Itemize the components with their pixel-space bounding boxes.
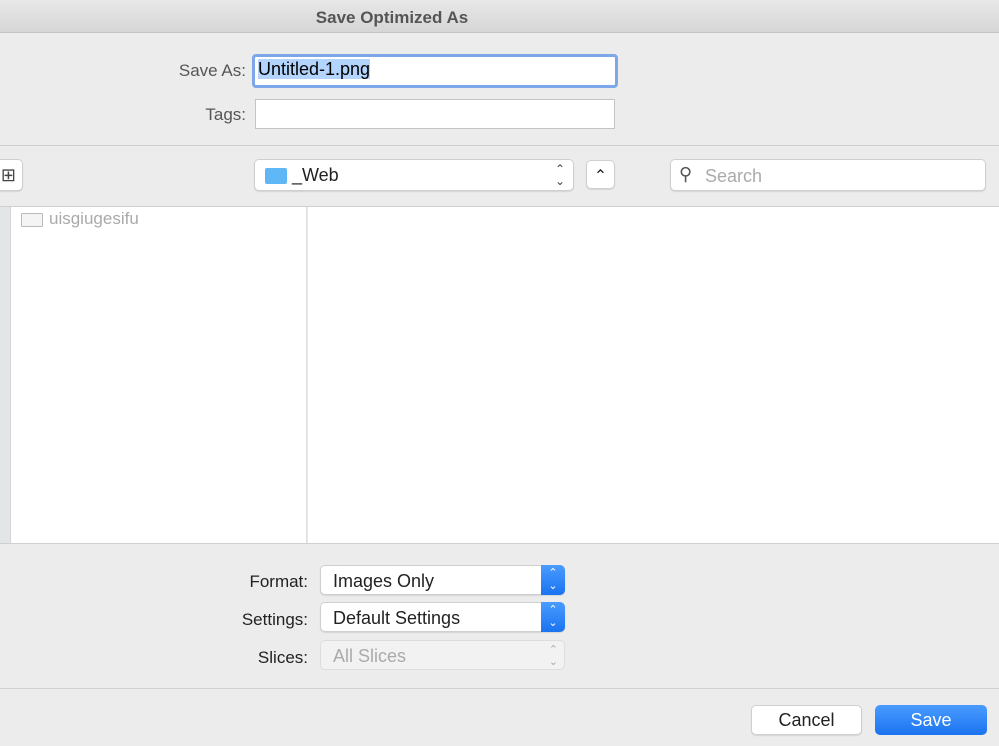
save-button[interactable]: Save bbox=[875, 705, 987, 735]
browser-column-2 bbox=[308, 207, 999, 543]
new-folder-icon: ⊞ bbox=[0, 165, 16, 185]
settings-popup[interactable]: Default Settings ⌃ ⌄ bbox=[320, 602, 565, 632]
sidebar-strip bbox=[0, 207, 11, 543]
format-value: Images Only bbox=[333, 571, 435, 591]
save-as-label: Save As: bbox=[178, 61, 246, 80]
search-input[interactable]: ⚲ Search bbox=[670, 159, 986, 191]
slices-value: All Slices bbox=[333, 646, 407, 666]
format-popup[interactable]: Images Only ⌃ ⌄ bbox=[320, 565, 565, 595]
tags-input[interactable] bbox=[255, 99, 615, 129]
cancel-button[interactable]: Cancel bbox=[751, 705, 862, 735]
chevron-updown-icon: ⌃ ⌄ bbox=[548, 644, 558, 668]
format-label: Format: bbox=[249, 572, 308, 591]
slices-popup[interactable]: All Slices ⌃ ⌄ bbox=[320, 640, 565, 670]
settings-value: Default Settings bbox=[333, 608, 461, 628]
save-as-value: Untitled-1.png bbox=[258, 59, 371, 79]
search-icon: ⚲ bbox=[679, 164, 693, 184]
window-title: Save Optimized As bbox=[0, 0, 999, 33]
chevron-up-button[interactable]: ⌃ bbox=[586, 160, 615, 189]
list-item[interactable]: uisgiugesifu bbox=[11, 207, 306, 231]
chevron-updown-icon: ⌃ ⌄ bbox=[541, 602, 565, 632]
slices-label: Slices: bbox=[257, 648, 308, 667]
new-folder-button[interactable]: ⊞ bbox=[0, 159, 23, 191]
drive-icon bbox=[21, 213, 43, 227]
list-item-label: uisgiugesifu bbox=[49, 209, 139, 228]
search-placeholder: Search bbox=[705, 166, 763, 186]
chevron-updown-icon: ⌃ ⌄ bbox=[541, 565, 565, 595]
chevron-updown-icon: ⌃ ⌄ bbox=[554, 162, 565, 188]
tags-label: Tags: bbox=[205, 105, 246, 124]
folder-icon bbox=[265, 168, 287, 184]
save-as-input[interactable]: Untitled-1.png bbox=[252, 54, 618, 88]
location-label: _Web bbox=[292, 165, 339, 185]
settings-label: Settings: bbox=[241, 610, 308, 629]
location-popup[interactable]: _Web ⌃ ⌄ bbox=[254, 159, 574, 191]
browser-column-1: uisgiugesifu bbox=[11, 207, 307, 543]
chevron-up-icon: ⌃ bbox=[593, 168, 608, 185]
